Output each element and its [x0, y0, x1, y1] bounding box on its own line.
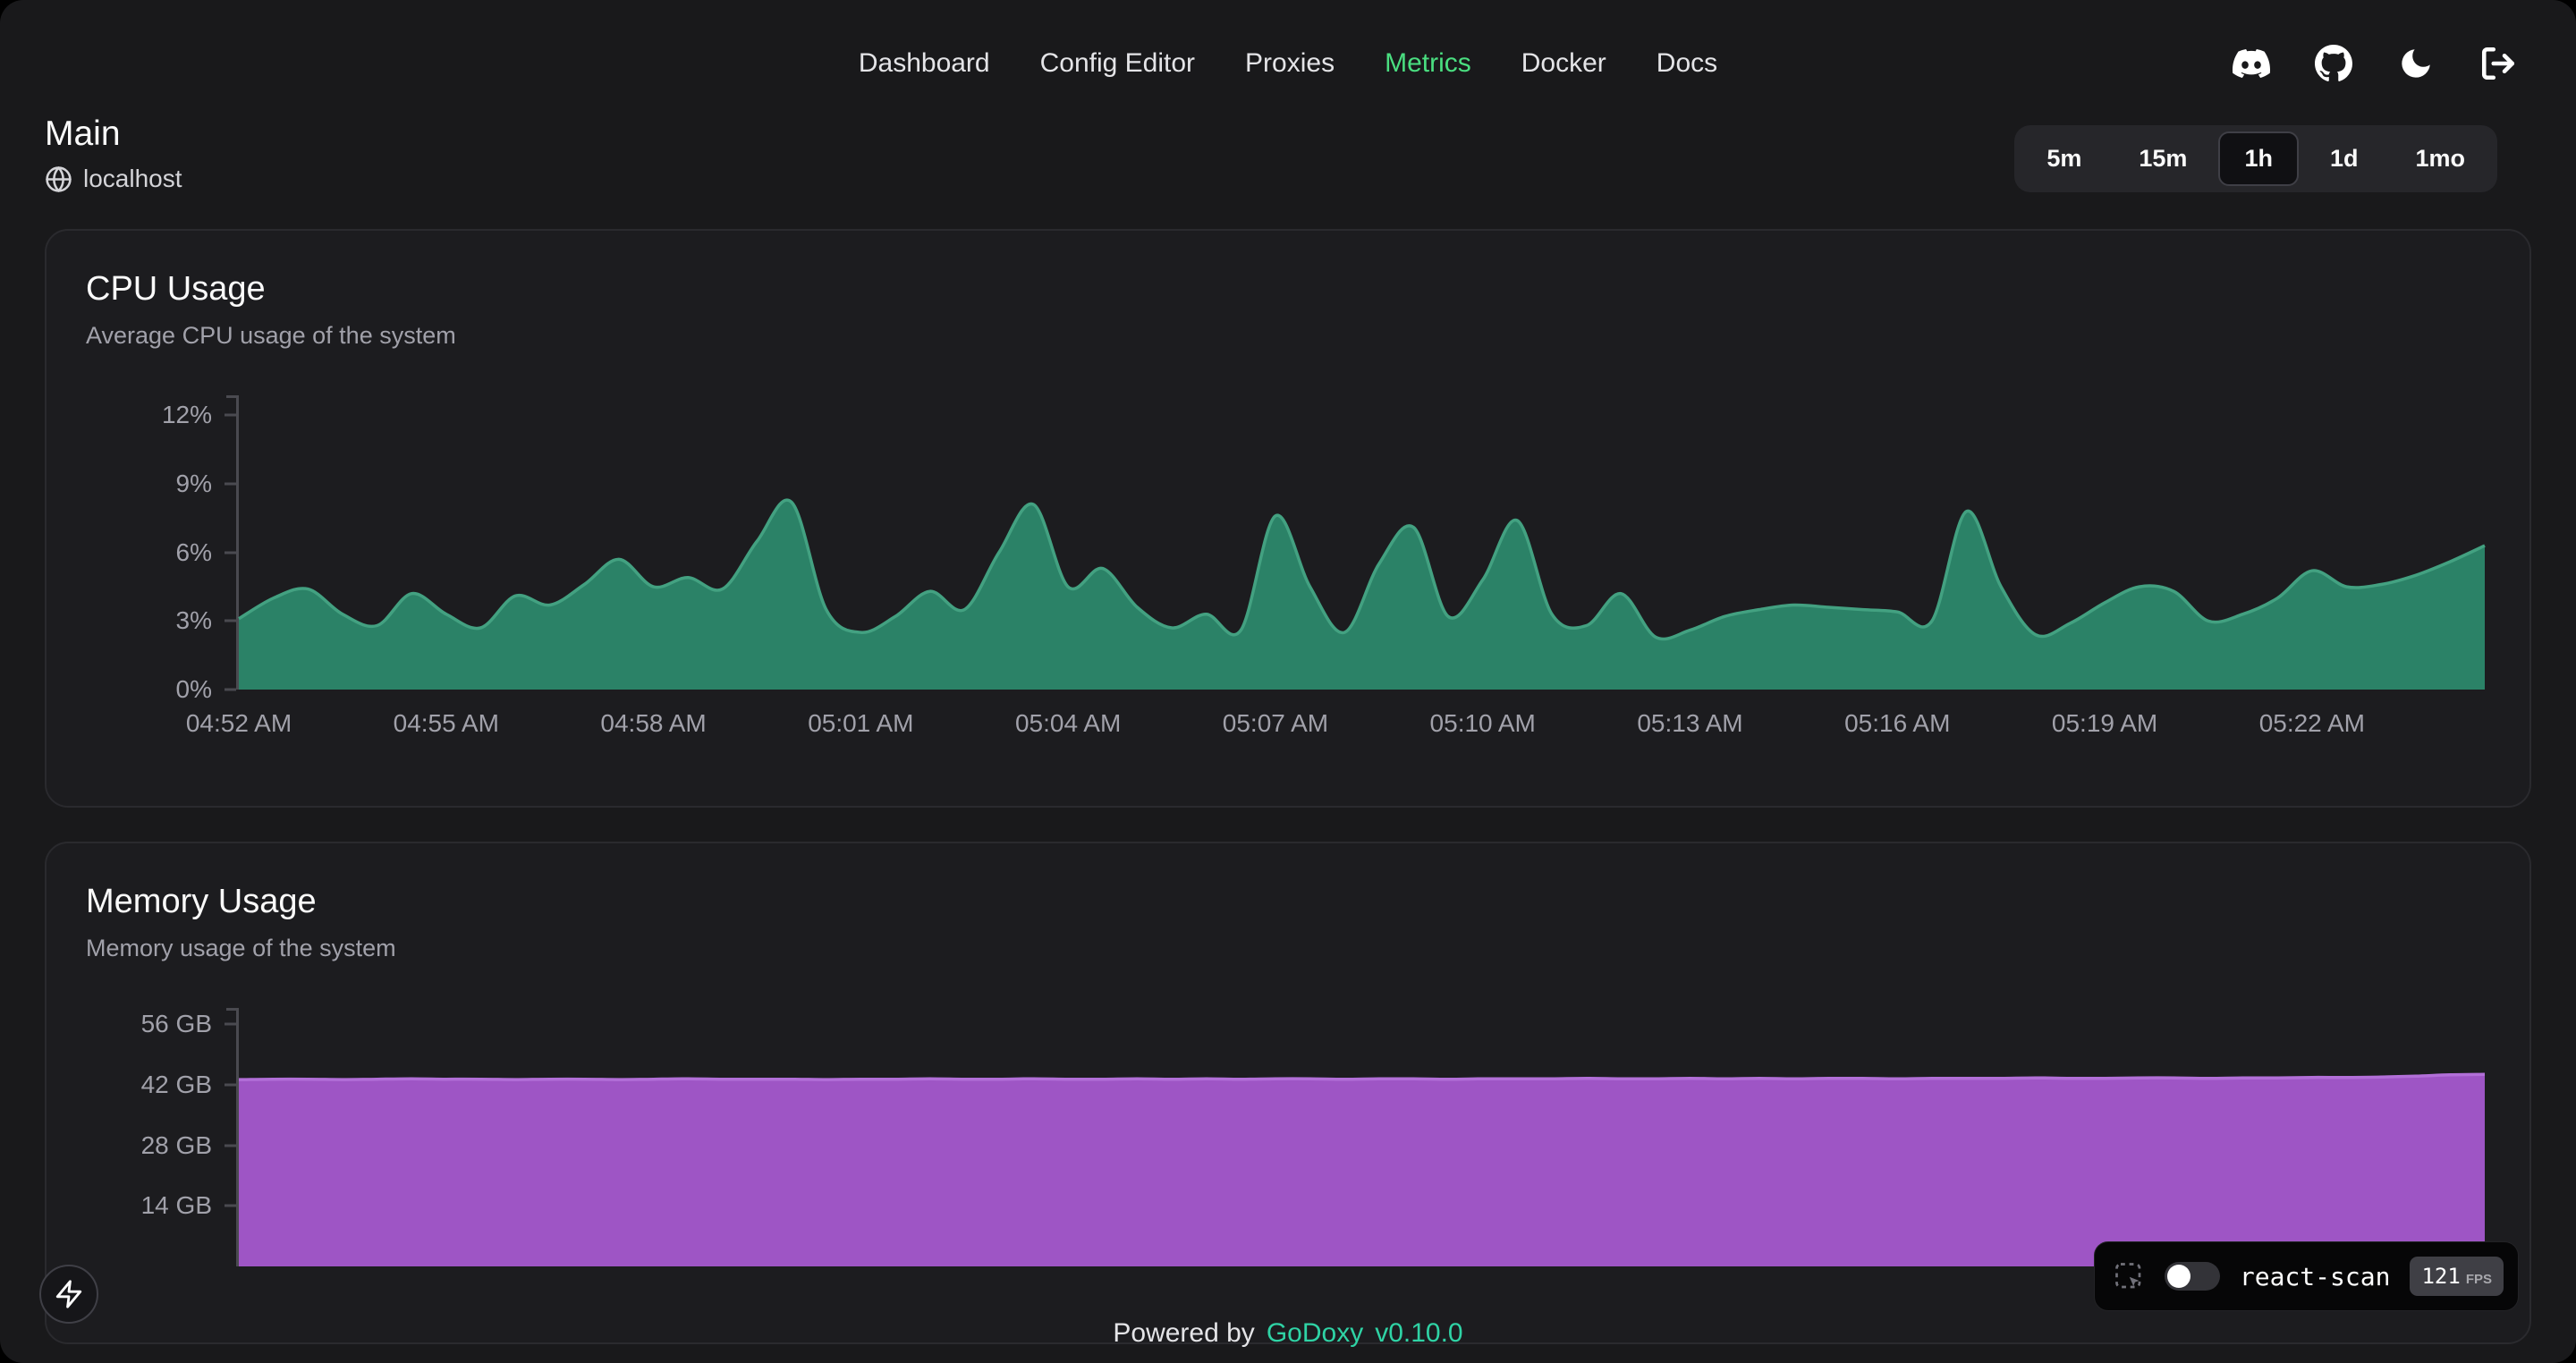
memory-chart-y-axis: 14 GB28 GB42 GB56 GB — [86, 1018, 236, 1266]
top-bar: Dashboard Config Editor Proxies Metrics … — [0, 0, 2576, 114]
host-label: localhost — [83, 165, 182, 193]
y-axis-tick-label: 0% — [176, 675, 212, 704]
y-axis-tick-label: 12% — [162, 401, 212, 429]
x-axis-tick-label: 04:52 AM — [186, 709, 292, 738]
x-axis-tick-label: 05:04 AM — [1015, 709, 1121, 738]
memory-usage-chart: 14 GB28 GB42 GB56 GB — [86, 1018, 2485, 1266]
cpu-chart-x-axis: 04:52 AM04:55 AM04:58 AM05:01 AM05:04 AM… — [239, 709, 2485, 749]
y-axis-tick-label: 9% — [176, 470, 212, 498]
moon-icon — [2397, 45, 2435, 82]
y-axis-tick-label: 6% — [176, 538, 212, 567]
y-axis-tick-label: 14 GB — [141, 1191, 212, 1220]
quick-actions-button[interactable] — [39, 1265, 98, 1324]
x-axis-tick-label: 05:10 AM — [1430, 709, 1536, 738]
nav-item-proxies[interactable]: Proxies — [1245, 48, 1335, 79]
fps-value: 121 — [2421, 1264, 2460, 1289]
y-axis-tick-mark — [225, 1083, 236, 1086]
host-row: localhost — [45, 165, 182, 193]
nav-item-dashboard[interactable]: Dashboard — [859, 48, 990, 79]
cpu-chart-y-axis: 0%3%6%9%12% — [86, 405, 236, 690]
main-nav: Dashboard Config Editor Proxies Metrics … — [859, 48, 1717, 79]
cpu-usage-chart: 0%3%6%9%12% 04:52 AM04:55 AM04:58 AM05:0… — [86, 405, 2485, 749]
github-icon — [2315, 45, 2352, 82]
time-range-5m[interactable]: 5m — [2021, 131, 2107, 186]
page-title: Main — [45, 114, 182, 154]
nav-item-docker[interactable]: Docker — [1521, 48, 1606, 79]
app-window: Dashboard Config Editor Proxies Metrics … — [0, 0, 2576, 1363]
y-axis-tick-label: 42 GB — [141, 1071, 212, 1099]
inspect-icon[interactable] — [2113, 1260, 2145, 1292]
cpu-usage-chart-plot[interactable] — [236, 405, 2485, 690]
x-axis-tick-label: 05:16 AM — [1844, 709, 1950, 738]
fps-unit: FPS — [2466, 1272, 2492, 1287]
zap-icon — [54, 1279, 84, 1309]
version-text: v0.10.0 — [1375, 1318, 1462, 1349]
cpu-usage-card: CPU Usage Average CPU usage of the syste… — [45, 229, 2531, 808]
time-range-1h[interactable]: 1h — [2218, 131, 2299, 186]
discord-icon — [2233, 45, 2270, 82]
y-axis-tick-mark — [225, 620, 236, 622]
time-range-1d[interactable]: 1d — [2304, 131, 2385, 186]
time-range-15m[interactable]: 15m — [2113, 131, 2213, 186]
x-axis-tick-label: 05:13 AM — [1637, 709, 1742, 738]
y-axis-tick-label: 28 GB — [141, 1131, 212, 1160]
cpu-card-title: CPU Usage — [86, 270, 2485, 309]
x-axis-tick-label: 05:19 AM — [2052, 709, 2157, 738]
y-axis-tick-label: 56 GB — [141, 1010, 212, 1038]
logout-icon — [2479, 45, 2517, 82]
nav-item-docs[interactable]: Docs — [1657, 48, 1717, 79]
y-axis-tick-mark — [225, 1144, 236, 1147]
cpu-card-subtitle: Average CPU usage of the system — [86, 322, 2485, 350]
nav-item-config-editor[interactable]: Config Editor — [1040, 48, 1195, 79]
x-axis-tick-label: 04:58 AM — [600, 709, 706, 738]
y-axis-tick-mark — [225, 414, 236, 417]
memory-card-title: Memory Usage — [86, 883, 2485, 921]
y-axis-tick-mark — [225, 1205, 236, 1207]
discord-link[interactable] — [2231, 43, 2272, 84]
react-scan-widget: react-scan 121 FPS — [2094, 1241, 2519, 1311]
page-header-left: Main localhost — [45, 114, 182, 193]
powered-by-text: Powered by — [1113, 1318, 1254, 1349]
y-axis-tick-mark — [225, 483, 236, 486]
nav-item-metrics[interactable]: Metrics — [1385, 48, 1471, 79]
memory-usage-chart-plot[interactable] — [236, 1018, 2485, 1266]
y-axis-tick-mark — [225, 689, 236, 691]
react-scan-toggle[interactable] — [2165, 1262, 2220, 1291]
logout-button[interactable] — [2478, 43, 2519, 84]
footer: Powered by GoDoxy v0.10.0 — [1113, 1318, 1462, 1349]
y-axis-tick-mark — [225, 1023, 236, 1026]
y-axis-tick-label: 3% — [176, 606, 212, 635]
time-range-selector: 5m 15m 1h 1d 1mo — [2014, 125, 2497, 192]
page-header: Main localhost 5m 15m 1h 1d 1mo — [0, 114, 2576, 193]
x-axis-tick-label: 05:22 AM — [2259, 709, 2365, 738]
globe-icon — [45, 165, 72, 193]
react-scan-label: react-scan — [2240, 1262, 2391, 1291]
x-axis-tick-label: 04:55 AM — [394, 709, 499, 738]
memory-area-series — [239, 1018, 2485, 1266]
memory-card-subtitle: Memory usage of the system — [86, 935, 2485, 962]
theme-toggle-button[interactable] — [2395, 43, 2436, 84]
github-link[interactable] — [2313, 43, 2354, 84]
x-axis-tick-label: 05:01 AM — [808, 709, 913, 738]
time-range-1mo[interactable]: 1mo — [2389, 131, 2491, 186]
top-icon-group — [2231, 43, 2519, 84]
y-axis-tick-mark — [225, 551, 236, 554]
fps-badge: 121 FPS — [2410, 1257, 2504, 1296]
godoxy-link[interactable]: GoDoxy — [1267, 1318, 1363, 1349]
x-axis-tick-label: 05:07 AM — [1223, 709, 1328, 738]
cpu-area-series — [239, 405, 2485, 690]
toggle-knob — [2167, 1265, 2190, 1288]
